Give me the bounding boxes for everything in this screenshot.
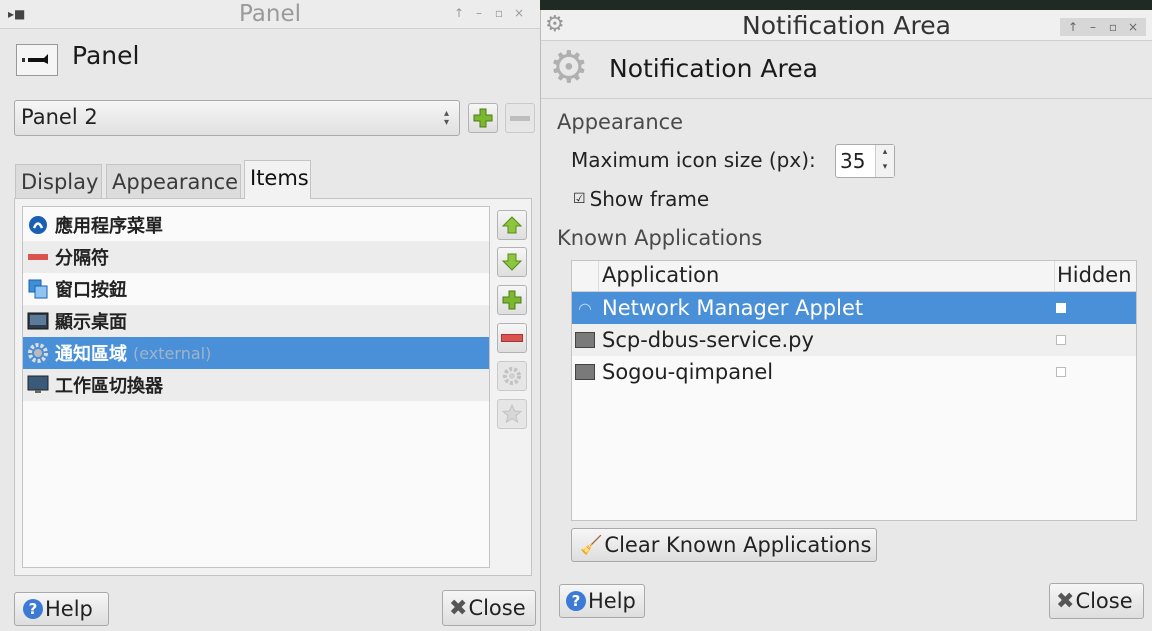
close-icon: ✖ <box>1056 588 1075 614</box>
spin-arrows-icon[interactable]: ▴ ▾ <box>875 145 894 177</box>
panel-titlebar[interactable]: ▸■ Panel ↑ – ▫ × <box>0 0 540 29</box>
plus-icon <box>502 290 522 310</box>
arrow-up-icon <box>502 216 522 234</box>
help-icon: ? <box>23 599 43 619</box>
list-item[interactable]: 應用程序菜單 <box>23 209 489 241</box>
remove-panel-button[interactable] <box>505 103 535 133</box>
show-frame-checkbox[interactable]: ☑ Show frame <box>573 187 709 211</box>
minus-icon <box>501 334 523 342</box>
panel-window: ▸■ Panel ↑ – ▫ × Panel Panel 2 ▴ ▾ Displa… <box>0 0 540 631</box>
max-icon-size-spinner[interactable]: 35 ▴ ▾ <box>835 144 895 178</box>
minus-icon <box>510 115 530 121</box>
keep-above-icon[interactable]: ↑ <box>1066 20 1080 34</box>
plus-icon <box>473 108 493 128</box>
window-buttons-icon <box>27 278 49 300</box>
checkmark-icon: ☑ <box>573 191 586 207</box>
max-icon-size-value: 35 <box>840 149 866 173</box>
tab-display[interactable]: Display <box>15 164 102 198</box>
list-item[interactable]: 工作區切換器 <box>23 369 489 401</box>
show-frame-label: Show frame <box>589 187 710 211</box>
table-row[interactable]: Scp-dbus-service.py <box>572 324 1136 356</box>
item-about-button[interactable] <box>497 399 527 429</box>
notification-area-window: ⚙ Notification Area ↑ – ▫ × ⚙ Notificati… <box>540 10 1152 631</box>
list-item-selected[interactable]: 通知區域 (external) <box>23 337 489 369</box>
show-desktop-icon <box>27 310 49 332</box>
app-menu-icon <box>27 214 49 236</box>
panel-select-value: Panel 2 <box>21 105 98 129</box>
workspace-switcher-icon <box>27 374 49 396</box>
item-label: 顯示桌面 <box>55 312 127 333</box>
help-icon: ? <box>566 591 586 611</box>
list-item[interactable]: 窗口按鈕 <box>23 273 489 305</box>
maximize-icon[interactable]: ▫ <box>492 6 506 20</box>
add-item-button[interactable] <box>497 285 527 315</box>
panel-close-button[interactable]: ✖ Close <box>442 590 536 626</box>
col-header-hidden[interactable]: Hidden <box>1057 263 1132 287</box>
panel-help-button[interactable]: ? Help <box>14 592 109 626</box>
item-label: 工作區切換器 <box>55 376 163 397</box>
list-item[interactable]: 分隔符 <box>23 241 489 273</box>
close-window-icon[interactable]: × <box>1126 20 1140 34</box>
item-preferences-button[interactable] <box>497 361 527 391</box>
generic-app-icon <box>572 332 598 348</box>
appearance-heading: Appearance <box>557 110 684 134</box>
wifi-icon: ◠ <box>578 298 592 318</box>
notif-help-button[interactable]: ? Help <box>559 584 645 618</box>
hidden-checkbox[interactable] <box>1056 335 1066 345</box>
table-row[interactable]: ◠ Network Manager Applet <box>572 292 1136 324</box>
separator-icon <box>27 246 49 268</box>
panel-items-list[interactable]: 應用程序菜單 分隔符 窗口按鈕 顯示桌面 通知區域 (external) 工作區… <box>22 206 490 568</box>
tab-appearance[interactable]: Appearance <box>106 164 241 198</box>
item-note: (external) <box>133 343 212 363</box>
arrow-down-icon <box>502 253 522 271</box>
gear-icon <box>503 367 521 385</box>
hidden-checkbox[interactable] <box>1056 367 1066 377</box>
panel-window-controls: ↑ – ▫ × <box>452 6 526 20</box>
keep-above-icon[interactable]: ↑ <box>452 6 466 20</box>
table-row[interactable]: Sogou-qimpanel <box>572 356 1136 388</box>
move-down-button[interactable] <box>497 247 527 277</box>
remove-item-button[interactable] <box>497 323 527 353</box>
item-label: 窗口按鈕 <box>55 280 127 301</box>
generic-app-icon <box>572 364 598 380</box>
notif-header-icon: ⚙ <box>549 42 589 93</box>
move-up-button[interactable] <box>497 210 527 240</box>
item-label: 通知區域 <box>55 344 127 365</box>
maximize-icon[interactable]: ▫ <box>1106 20 1120 34</box>
col-header-application[interactable]: Application <box>602 263 719 287</box>
max-icon-size-label: Maximum icon size (px): <box>571 148 816 172</box>
tab-items[interactable]: Items <box>244 160 311 199</box>
close-window-icon[interactable]: × <box>512 6 526 20</box>
item-label: 應用程序菜單 <box>55 216 163 237</box>
panel-header-icon <box>16 44 58 76</box>
panel-header-title: Panel <box>72 41 140 70</box>
spin-arrows-icon: ▴ ▾ <box>443 108 449 128</box>
gear-icon <box>27 342 49 364</box>
clear-known-apps-button[interactable]: 🧹 Clear Known Applications <box>571 528 877 562</box>
notif-header-title: Notification Area <box>609 54 818 83</box>
hidden-checkbox[interactable] <box>1056 303 1066 313</box>
notif-window-controls: ↑ – ▫ × <box>1060 18 1146 36</box>
known-apps-table[interactable]: Application Hidden ◠ Network Manager App… <box>571 260 1137 521</box>
close-icon: ✖ <box>449 595 468 621</box>
star-icon <box>502 404 522 424</box>
panel-select[interactable]: Panel 2 ▴ ▾ <box>14 100 460 136</box>
known-apps-heading: Known Applications <box>557 226 763 250</box>
table-header: Application Hidden <box>572 261 1136 292</box>
notif-close-button[interactable]: ✖ Close <box>1049 583 1144 619</box>
broom-icon: 🧹 <box>580 534 603 556</box>
notif-titlebar[interactable]: ⚙ Notification Area ↑ – ▫ × <box>541 10 1152 41</box>
list-item[interactable]: 顯示桌面 <box>23 305 489 337</box>
add-panel-button[interactable] <box>468 103 498 133</box>
item-label: 分隔符 <box>55 248 109 269</box>
minimize-icon[interactable]: – <box>472 6 486 20</box>
minimize-icon[interactable]: – <box>1086 20 1100 34</box>
